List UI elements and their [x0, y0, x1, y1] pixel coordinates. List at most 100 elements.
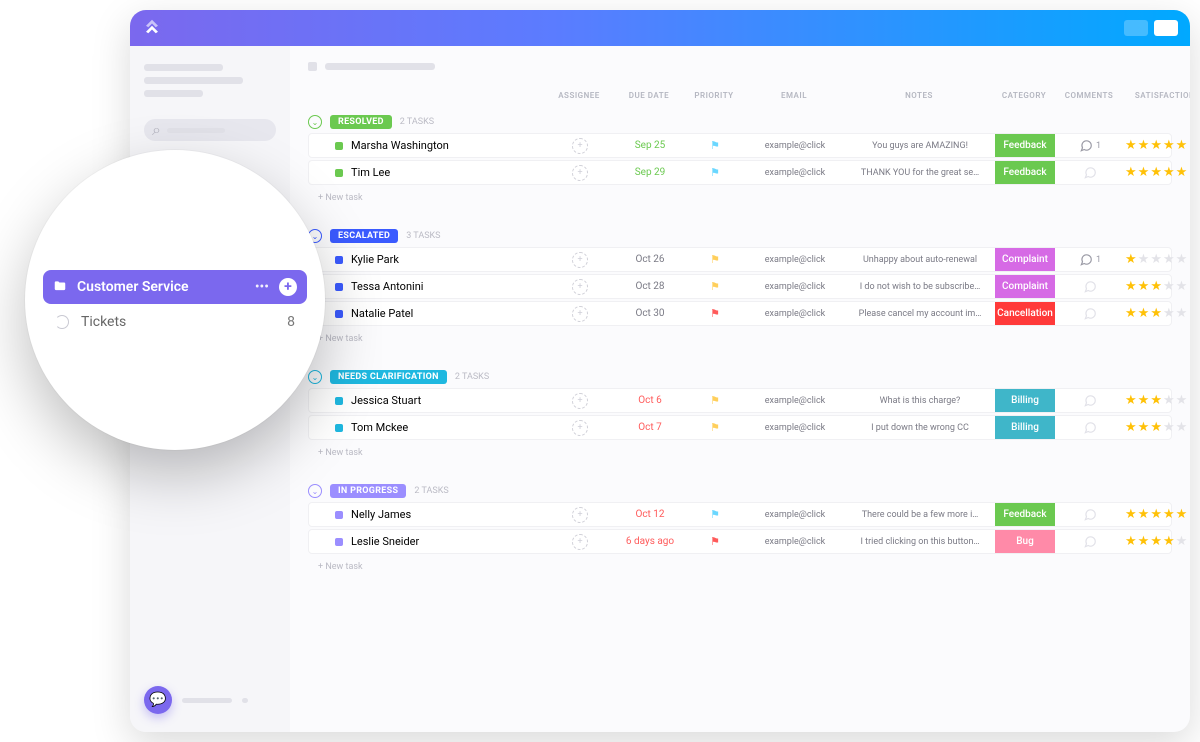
assignee-add-icon[interactable]: + — [572, 507, 588, 523]
due-date-cell[interactable]: Oct 7 — [615, 422, 685, 433]
notes-cell[interactable]: Unhappy about auto-renewal — [845, 255, 995, 265]
email-cell[interactable]: example@click — [745, 282, 845, 292]
satisfaction-cell[interactable]: ★★★★★ — [1125, 166, 1190, 179]
due-date-cell[interactable]: Sep 29 — [615, 167, 685, 178]
satisfaction-cell[interactable]: ★★★★★ — [1125, 508, 1190, 521]
due-date-cell[interactable]: Oct 30 — [615, 308, 685, 319]
priority-flag-icon[interactable]: ⚑ — [710, 253, 720, 266]
satisfaction-cell[interactable]: ★★★★★ — [1125, 535, 1190, 548]
due-date-cell[interactable]: 6 days ago — [615, 536, 685, 547]
assignee-add-icon[interactable]: + — [572, 393, 588, 409]
col-comments[interactable]: COMMENTS — [1054, 91, 1124, 107]
email-cell[interactable]: example@click — [745, 168, 845, 178]
comments-cell[interactable] — [1055, 166, 1125, 180]
satisfaction-cell[interactable]: ★★★★★ — [1125, 307, 1190, 320]
col-notes[interactable]: NOTES — [844, 91, 994, 107]
notes-cell[interactable]: I do not wish to be subscribe… — [845, 282, 995, 292]
status-pill[interactable]: NEEDS CLARIFICATION — [330, 370, 447, 384]
notes-cell[interactable]: You guys are AMAZING! — [845, 141, 995, 151]
category-tag[interactable]: Complaint — [995, 275, 1055, 298]
priority-flag-icon[interactable]: ⚑ — [710, 139, 720, 152]
comments-cell[interactable] — [1055, 508, 1125, 522]
new-task-button[interactable]: + New task — [308, 328, 1172, 350]
task-row[interactable]: Nelly James + Oct 12 ⚑ example@click The… — [308, 502, 1172, 527]
col-due-date[interactable]: DUE DATE — [614, 91, 684, 107]
category-tag[interactable]: Feedback — [995, 503, 1055, 526]
col-category[interactable]: CATEGORY — [994, 91, 1054, 107]
notes-cell[interactable]: THANK YOU for the great se… — [845, 168, 995, 178]
priority-flag-icon[interactable]: ⚑ — [710, 280, 720, 293]
add-list-icon[interactable]: + — [279, 278, 297, 296]
category-tag[interactable]: Bug — [995, 530, 1055, 553]
notes-cell[interactable]: I put down the wrong CC — [845, 423, 995, 433]
due-date-cell[interactable]: Oct 26 — [615, 254, 685, 265]
comments-cell[interactable]: 1 — [1055, 139, 1125, 153]
satisfaction-cell[interactable]: ★★★★★ — [1125, 139, 1190, 152]
email-cell[interactable]: example@click — [745, 309, 845, 319]
more-icon[interactable]: ••• — [255, 279, 269, 295]
category-tag[interactable]: Billing — [995, 389, 1055, 412]
priority-flag-icon[interactable]: ⚑ — [710, 166, 720, 179]
task-row[interactable]: Tessa Antonini + Oct 28 ⚑ example@click … — [308, 274, 1172, 299]
window-max-icon[interactable] — [1154, 20, 1178, 36]
category-tag[interactable]: Feedback — [995, 134, 1055, 157]
comments-cell[interactable] — [1055, 394, 1125, 408]
new-task-button[interactable]: + New task — [308, 556, 1172, 578]
status-pill[interactable]: ESCALATED — [330, 229, 398, 243]
priority-flag-icon[interactable]: ⚑ — [710, 307, 720, 320]
sidebar-search[interactable]: ⌕ — [144, 119, 276, 141]
notes-cell[interactable]: There could be a few more i… — [845, 510, 995, 520]
task-row[interactable]: Natalie Patel + Oct 30 ⚑ example@click P… — [308, 301, 1172, 326]
notes-cell[interactable]: I tried clicking on this button… — [845, 537, 995, 547]
task-row[interactable]: Marsha Washington + Sep 25 ⚑ example@cli… — [308, 133, 1172, 158]
new-task-button[interactable]: + New task — [308, 187, 1172, 209]
notes-cell[interactable]: What is this charge? — [845, 396, 995, 406]
collapse-icon[interactable]: ⌄ — [308, 370, 322, 384]
category-tag[interactable]: Complaint — [995, 248, 1055, 271]
comments-cell[interactable] — [1055, 280, 1125, 294]
satisfaction-cell[interactable]: ★★★★★ — [1125, 421, 1190, 434]
comments-cell[interactable] — [1055, 535, 1125, 549]
task-row[interactable]: Jessica Stuart + Oct 6 ⚑ example@click W… — [308, 388, 1172, 413]
email-cell[interactable]: example@click — [745, 537, 845, 547]
email-cell[interactable]: example@click — [745, 255, 845, 265]
status-pill[interactable]: IN PROGRESS — [330, 484, 406, 498]
notes-cell[interactable]: Please cancel my account im… — [845, 309, 995, 319]
status-pill[interactable]: RESOLVED — [330, 115, 392, 129]
email-cell[interactable]: example@click — [745, 423, 845, 433]
email-cell[interactable]: example@click — [745, 510, 845, 520]
assignee-add-icon[interactable]: + — [572, 279, 588, 295]
due-date-cell[interactable]: Oct 28 — [615, 281, 685, 292]
assignee-add-icon[interactable]: + — [572, 534, 588, 550]
satisfaction-cell[interactable]: ★★★★★ — [1125, 394, 1190, 407]
col-satisfaction[interactable]: SATISFACTION LEVEL — [1124, 91, 1190, 107]
task-row[interactable]: Tim Lee + Sep 29 ⚑ example@click THANK Y… — [308, 160, 1172, 185]
due-date-cell[interactable]: Sep 25 — [615, 140, 685, 151]
email-cell[interactable]: example@click — [745, 396, 845, 406]
sidebar-space-customer-service[interactable]: Customer Service ••• + — [43, 270, 307, 304]
comments-cell[interactable] — [1055, 307, 1125, 321]
priority-flag-icon[interactable]: ⚑ — [710, 508, 720, 521]
new-task-button[interactable]: + New task — [308, 442, 1172, 464]
priority-flag-icon[interactable]: ⚑ — [710, 421, 720, 434]
collapse-icon[interactable]: ⌄ — [308, 484, 322, 498]
satisfaction-cell[interactable]: ★★★★★ — [1125, 253, 1190, 266]
due-date-cell[interactable]: Oct 12 — [615, 509, 685, 520]
chat-fab-icon[interactable]: 💬 — [144, 686, 172, 714]
task-row[interactable]: Kylie Park + Oct 26 ⚑ example@click Unha… — [308, 247, 1172, 272]
assignee-add-icon[interactable]: + — [572, 306, 588, 322]
email-cell[interactable]: example@click — [745, 141, 845, 151]
category-tag[interactable]: Cancellation — [995, 302, 1055, 325]
col-priority[interactable]: PRIORITY — [684, 91, 744, 107]
category-tag[interactable]: Feedback — [995, 161, 1055, 184]
satisfaction-cell[interactable]: ★★★★★ — [1125, 280, 1190, 293]
comments-cell[interactable]: 1 — [1055, 253, 1125, 267]
col-email[interactable]: EMAIL — [744, 91, 844, 107]
assignee-add-icon[interactable]: + — [572, 252, 588, 268]
col-assignee[interactable]: ASSIGNEE — [544, 91, 614, 107]
comments-cell[interactable] — [1055, 421, 1125, 435]
assignee-add-icon[interactable]: + — [572, 138, 588, 154]
assignee-add-icon[interactable]: + — [572, 165, 588, 181]
priority-flag-icon[interactable]: ⚑ — [710, 394, 720, 407]
sidebar-list-tickets[interactable]: Tickets 8 — [43, 314, 307, 330]
